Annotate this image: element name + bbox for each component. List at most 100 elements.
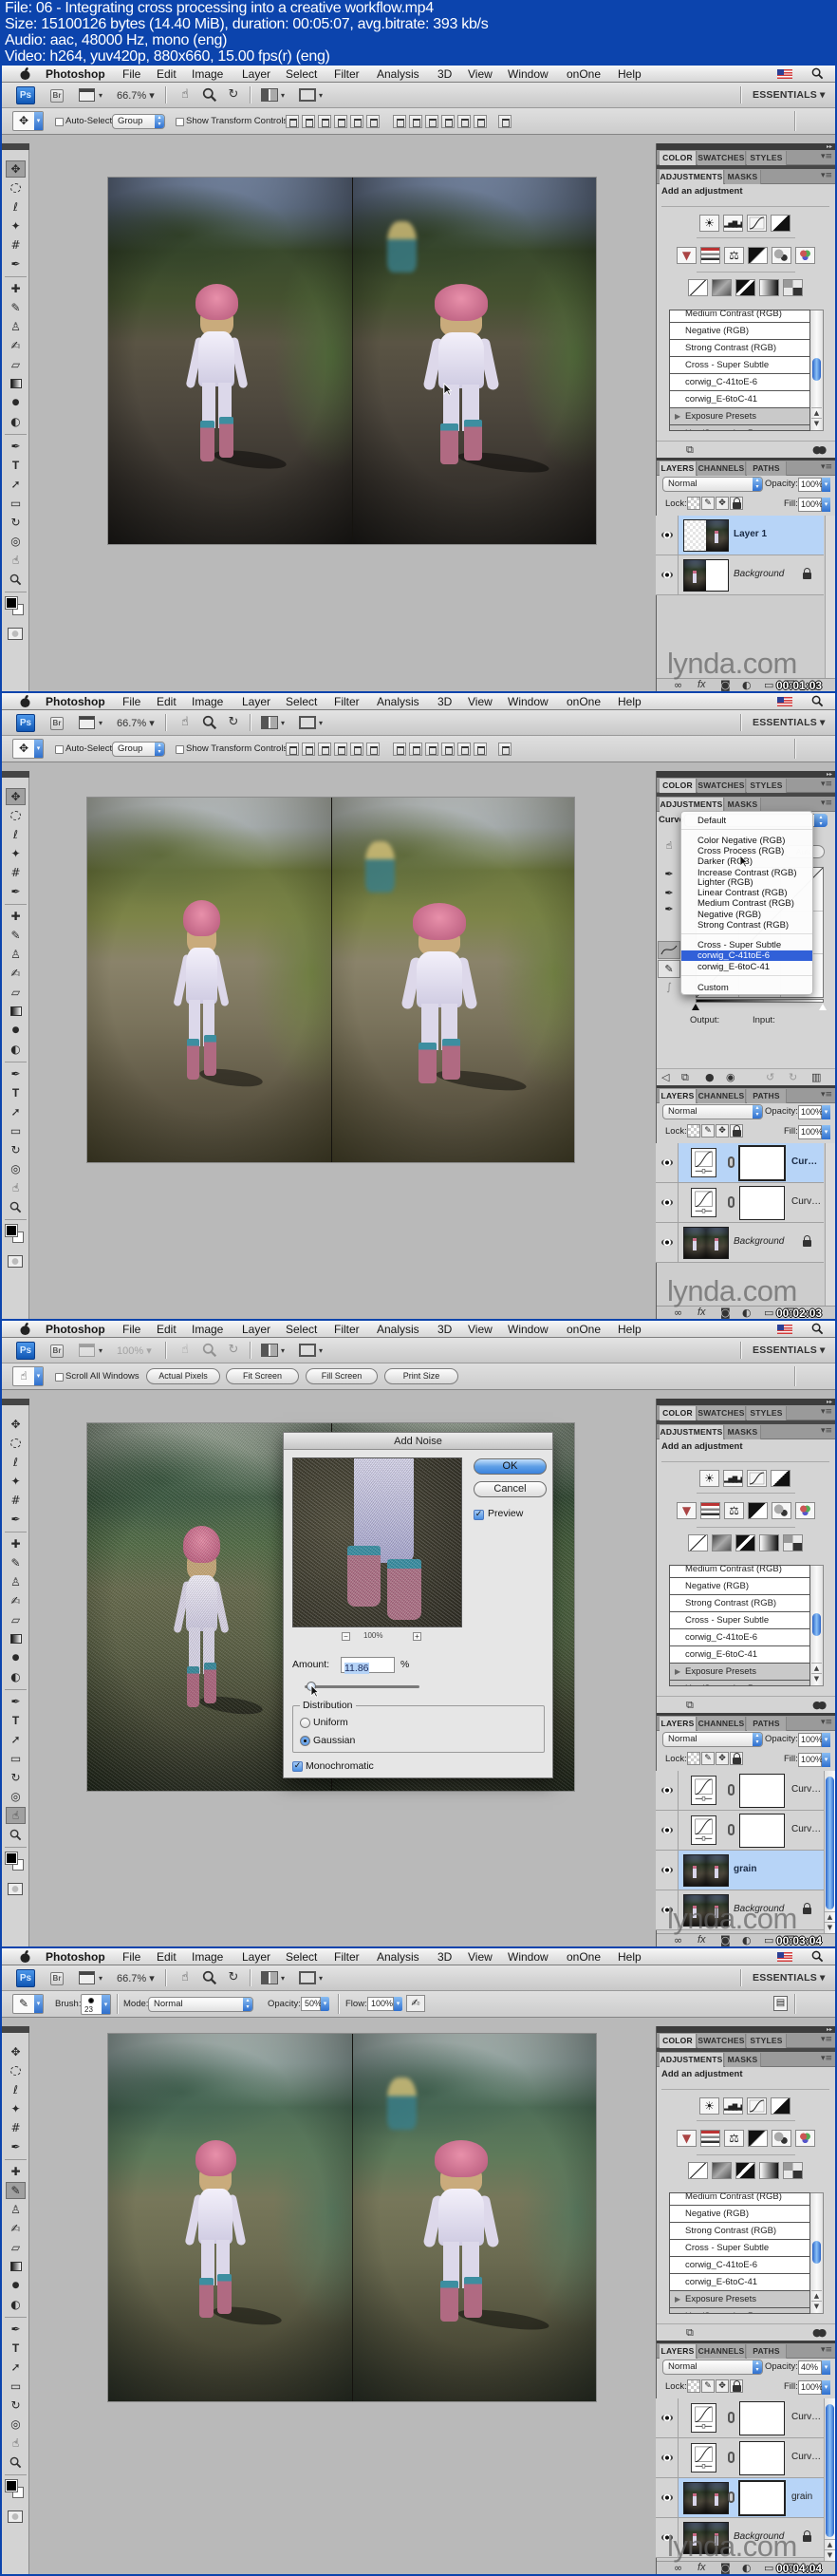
clone-stamp-tool[interactable]: ♙ [6, 1573, 26, 1590]
levels-icon[interactable]: ▂▅▇▃▆ [723, 1470, 743, 1487]
visibility-toggle[interactable] [656, 2438, 679, 2477]
align-left-edges-icon[interactable] [334, 115, 347, 128]
type-tool[interactable]: T [6, 2340, 26, 2357]
blend-mode-select[interactable]: Normal ▴ ▾ [148, 1997, 253, 2012]
pen-tool[interactable]: ✒ [6, 1065, 26, 1082]
photo-filter-icon[interactable] [772, 247, 791, 264]
layer-row[interactable]: grain [656, 2478, 824, 2518]
marquee-tool[interactable] [6, 2062, 26, 2079]
tools-panel-header[interactable] [2, 1399, 29, 1405]
shape-tool[interactable]: ▭ [6, 1122, 26, 1139]
align-left-edges-icon[interactable] [334, 743, 347, 756]
magic-wand-tool[interactable]: ✦ [6, 217, 26, 235]
foreground-color-swatch[interactable] [5, 1852, 18, 1865]
exposure-icon[interactable] [771, 1470, 790, 1487]
screen-mode-icon[interactable] [299, 1344, 316, 1357]
menu-3d[interactable]: 3D [437, 1950, 452, 1964]
white-point-eyedropper-icon[interactable]: ✒ [660, 902, 678, 917]
scroll-down-arrow[interactable]: ▼ [811, 418, 822, 428]
chevron-down-icon[interactable]: ▾ [99, 719, 102, 727]
preset-item[interactable]: corwig_E-6toC-41 [670, 1646, 809, 1664]
back-arrow-icon[interactable]: ◁ [661, 1071, 669, 1083]
distribute-top-edges-icon[interactable] [393, 115, 406, 128]
chevron-down-icon[interactable]: ▾ [281, 719, 285, 727]
apple-menu-icon[interactable] [20, 67, 30, 80]
actual-pixels-button[interactable]: Actual Pixels [146, 1368, 220, 1384]
type-tool[interactable]: T [6, 457, 26, 474]
chevron-down-icon[interactable]: ▾ [99, 1346, 102, 1355]
preset-item[interactable]: Cross - Super Subtle [670, 357, 809, 374]
layers-scrollbar[interactable]: ▲ ▼ [824, 1771, 835, 1933]
menu-item[interactable]: Lighter (RGB) [681, 877, 812, 888]
color-balance-icon[interactable]: ⚖ [724, 1502, 744, 1519]
menu-file[interactable]: File [122, 1950, 140, 1964]
align-bottom-edges-icon[interactable] [318, 115, 331, 128]
hand-tool[interactable]: ☝ [6, 1807, 26, 1824]
visibility-toggle[interactable] [656, 1223, 679, 1262]
posterize-icon[interactable] [712, 2162, 732, 2179]
layer-mask-thumbnail[interactable] [739, 1146, 785, 1180]
quick-mask-button[interactable] [8, 1255, 23, 1268]
menu-item[interactable]: Negative (RGB) [681, 910, 812, 920]
distribute-top-edges-icon[interactable] [393, 743, 406, 756]
menu-help[interactable]: Help [618, 1950, 642, 1964]
hand-icon[interactable]: ☝ [177, 87, 193, 103]
channel-mixer-icon[interactable] [795, 2130, 815, 2147]
amount-input[interactable]: 11.86 [341, 1657, 395, 1674]
brush-tool[interactable]: ✎ [6, 927, 26, 944]
layer-row[interactable]: Curv… [656, 2438, 824, 2478]
gray-point-eyedropper-icon[interactable]: ✒ [660, 886, 678, 901]
menu-photoshop[interactable]: Photoshop [46, 695, 105, 708]
auto-select-checkbox[interactable] [55, 118, 64, 126]
zoom-icon[interactable] [202, 1343, 217, 1358]
history-brush-tool[interactable]: ✍ [6, 1592, 26, 1609]
channel-mixer-icon[interactable] [795, 247, 815, 264]
visibility-toggle[interactable] [656, 1183, 679, 1222]
opacity-slider-button[interactable]: ▾ [321, 1997, 329, 2011]
scroll-down-arrow[interactable]: ▼ [825, 2549, 835, 2560]
menu-filter[interactable]: Filter [334, 67, 360, 81]
gradient-tool[interactable] [6, 2258, 26, 2275]
zoom-tool[interactable] [6, 1198, 26, 1215]
view-previous-state-icon[interactable]: ↺ [766, 1071, 774, 1083]
menu-3d[interactable]: 3D [437, 67, 452, 81]
menu-analysis[interactable]: Analysis [377, 1323, 419, 1336]
menu-select[interactable]: Select [286, 695, 317, 708]
menu-layer[interactable]: Layer [242, 1323, 270, 1336]
eyedropper-tool[interactable]: ✒ [6, 883, 26, 900]
layer-row[interactable]: Background [656, 1223, 824, 1263]
disclosure-triangle-icon[interactable]: ▶ [675, 1681, 680, 1685]
chevron-down-icon[interactable]: ▾ [281, 1974, 285, 1983]
menu-photoshop[interactable]: Photoshop [46, 1950, 105, 1964]
type-tool[interactable]: T [6, 1712, 26, 1729]
crop-tool[interactable]: # [6, 864, 26, 881]
selective-color-icon[interactable] [783, 2162, 803, 2179]
shape-tool[interactable]: ▭ [6, 1750, 26, 1767]
menu-item[interactable]: Default [681, 816, 812, 826]
screen-layout-icon[interactable] [79, 716, 95, 729]
mask-link-icon[interactable] [728, 2452, 735, 2463]
chevron-down-icon[interactable]: ▾ [281, 91, 285, 100]
black-white-icon[interactable] [748, 247, 768, 264]
foreground-color-swatch[interactable] [5, 596, 18, 610]
visibility-toggle[interactable] [656, 1811, 679, 1850]
pen-tool[interactable]: ✒ [6, 1693, 26, 1710]
menu-image[interactable]: Image [192, 1950, 223, 1964]
launch-bridge-button[interactable]: Br [50, 717, 64, 730]
preview-checkbox[interactable]: ✓ [474, 1510, 484, 1520]
menu-image[interactable]: Image [192, 67, 223, 81]
auto-select-target-select[interactable]: Group ▴ ▾ [112, 742, 165, 757]
mask-link-icon[interactable] [728, 1156, 735, 1168]
reset-icon[interactable]: ↻ [789, 1071, 797, 1083]
airbrush-toggle[interactable]: ✍ [406, 1995, 425, 2012]
levels-icon[interactable]: ▂▅▇▃▆ [723, 2097, 743, 2115]
gradient-tool[interactable] [6, 1630, 26, 1647]
screen-layout-icon[interactable] [79, 88, 95, 102]
us-flag-input-icon[interactable] [777, 69, 792, 79]
layer-name[interactable]: Curv… [791, 2452, 821, 2462]
menu-select[interactable]: Select [286, 1323, 317, 1336]
selective-color-icon[interactable] [783, 279, 803, 296]
menu-help[interactable]: Help [618, 1323, 642, 1336]
preset-item[interactable]: Strong Contrast (RGB) [670, 1595, 809, 1612]
arrange-documents-icon[interactable] [261, 88, 278, 102]
